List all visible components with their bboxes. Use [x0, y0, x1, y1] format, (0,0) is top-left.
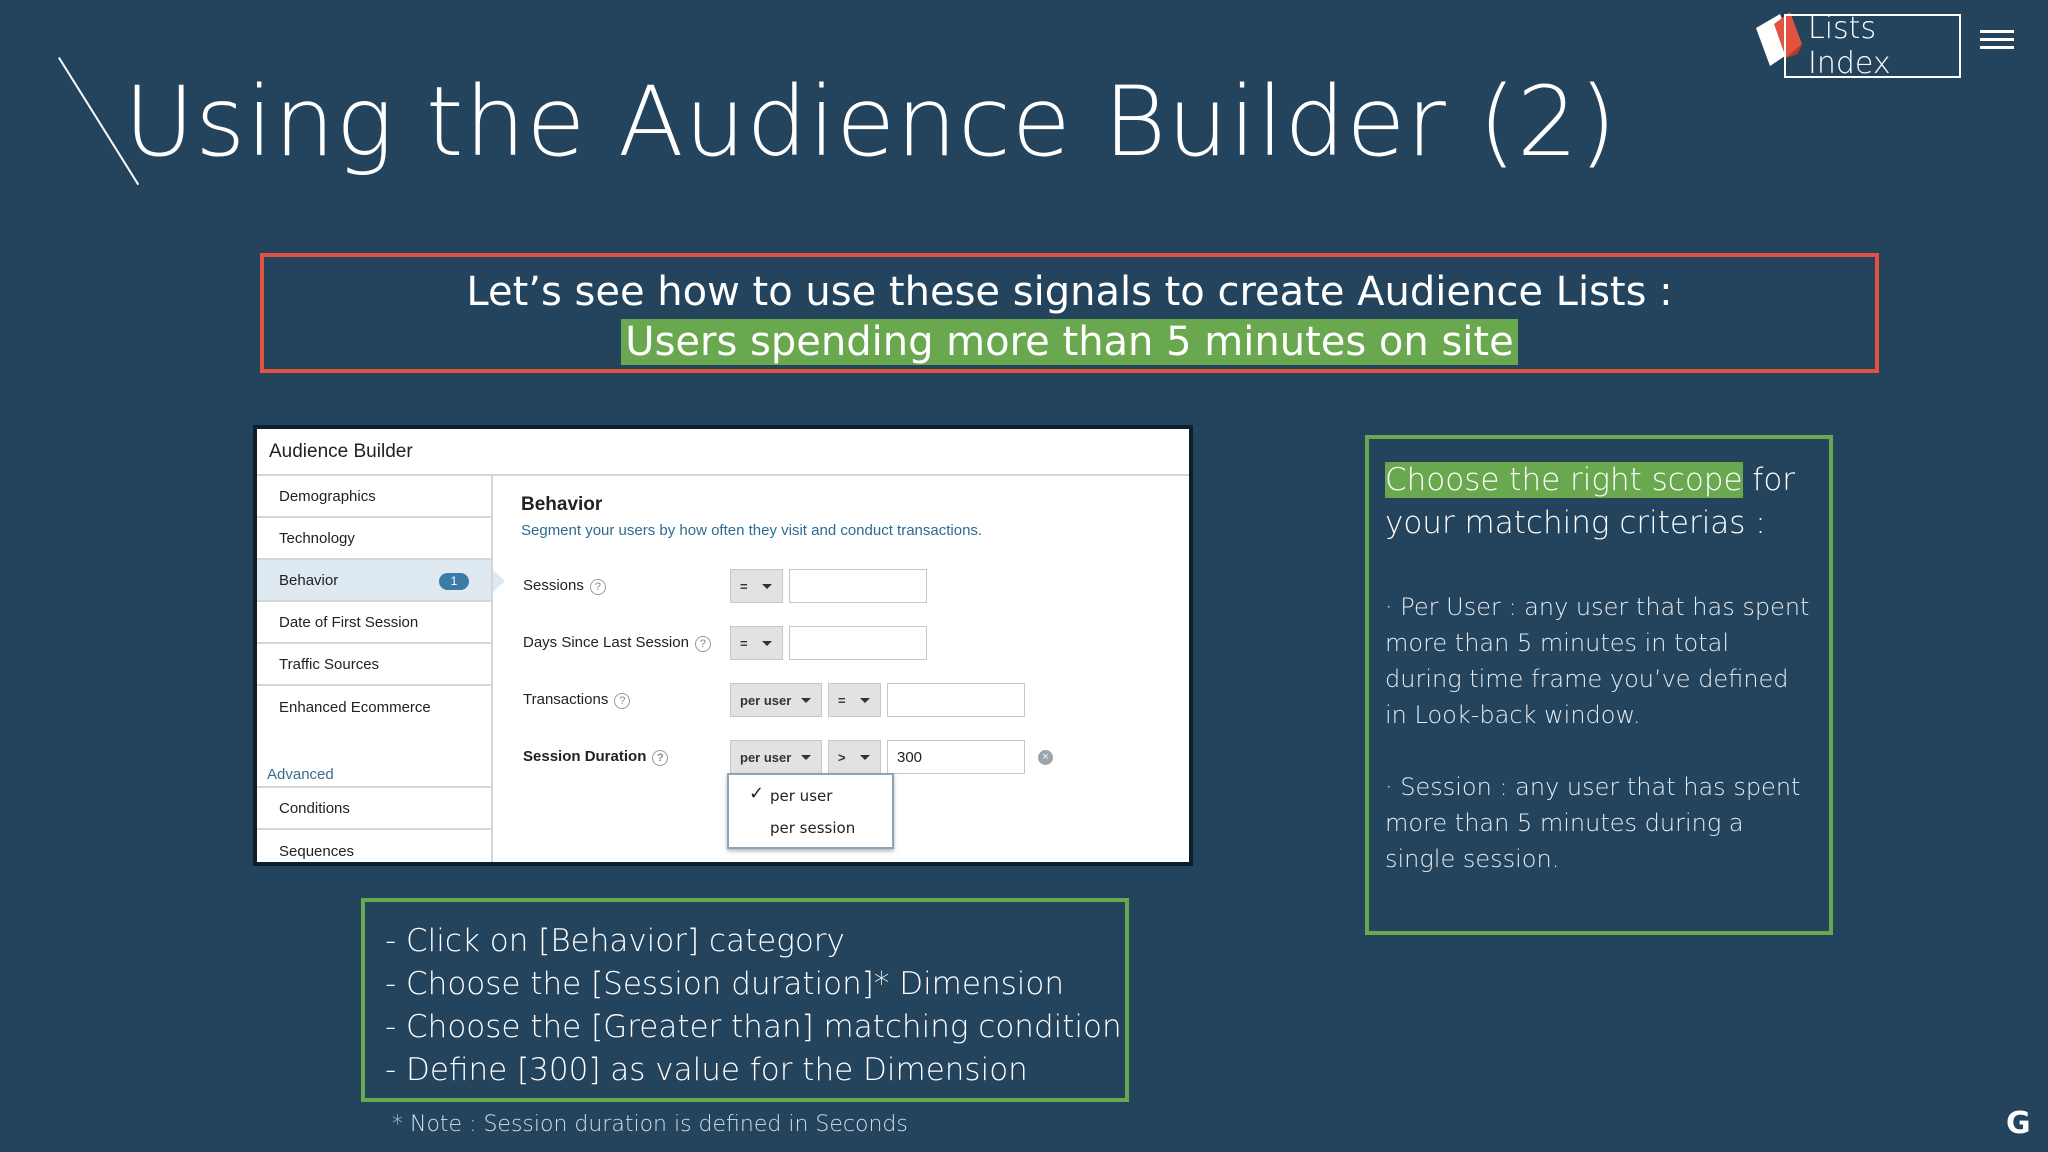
help-icon[interactable]: ? — [652, 750, 669, 766]
session-duration-label: Session Duration? — [523, 748, 669, 766]
days-since-value-input[interactable] — [789, 626, 927, 660]
session-duration-operator-dropdown[interactable]: > — [828, 740, 881, 774]
chevron-down-icon — [860, 698, 870, 703]
step-item: - Choose the [Greater than] matching con… — [385, 1009, 1122, 1045]
clear-icon[interactable]: × — [1038, 750, 1053, 765]
sidebar-item-label: Conditions — [279, 799, 350, 817]
chevron-down-icon — [762, 584, 772, 589]
chevron-down-icon — [801, 755, 811, 760]
help-icon[interactable]: ? — [694, 636, 711, 652]
brand-logo: G — [2006, 1106, 2031, 1141]
session-duration-value-input[interactable]: 300 — [887, 740, 1025, 774]
transactions-row: Transactions? per user = — [523, 683, 1123, 717]
step-item: - Click on [Behavior] category — [385, 923, 845, 959]
transactions-value-input[interactable] — [887, 683, 1025, 717]
sidebar-item-behavior[interactable]: Behavior 1 — [257, 560, 505, 602]
help-icon[interactable]: ? — [614, 693, 631, 709]
slide-title: Using the Audience Builder (2) — [124, 66, 1618, 178]
sidebar-item-date-of-first-session[interactable]: Date of First Session — [257, 602, 491, 644]
callout-highlight: Users spending more than 5 minutes on si… — [621, 319, 1518, 365]
chevron-down-icon — [762, 641, 772, 646]
footnote: * Note : Session duration is defined in … — [392, 1112, 908, 1137]
sidebar-item-conditions[interactable]: Conditions — [257, 788, 491, 830]
sessions-row: Sessions? = — [523, 569, 1123, 603]
sidebar-item-traffic-sources[interactable]: Traffic Sources — [257, 644, 491, 686]
audience-builder-panel: Audience Builder Demographics Technology… — [253, 425, 1193, 866]
sidebar-item-label: Enhanced Ecommerce — [279, 698, 431, 716]
audience-builder-header: Audience Builder — [257, 429, 1189, 476]
behavior-count-badge: 1 — [439, 573, 469, 590]
advanced-section: Conditions Sequences — [257, 786, 491, 872]
menu-icon[interactable] — [1980, 30, 2014, 52]
sidebar-item-demographics[interactable]: Demographics — [257, 476, 491, 518]
step-item: - Define [300] as value for the Dimensio… — [385, 1052, 1028, 1088]
advanced-section-label: Advanced — [267, 766, 334, 783]
session-duration-scope-dropdown[interactable]: per user — [730, 740, 822, 774]
audience-builder-sidebar: Demographics Technology Behavior 1 Date … — [257, 476, 505, 862]
steps-box: - Click on [Behavior] category - Choose … — [361, 898, 1129, 1102]
lists-index-label: Lists Index — [1808, 11, 1891, 81]
menu-item-per-user[interactable]: per user — [770, 787, 832, 805]
scope-heading-highlight: Choose the right scope — [1385, 462, 1743, 498]
help-icon[interactable]: ? — [589, 579, 606, 595]
transactions-scope-dropdown[interactable]: per user — [730, 683, 822, 717]
sessions-label: Sessions? — [523, 577, 606, 595]
step-item: - Choose the [Session duration]* Dimensi… — [385, 966, 1064, 1002]
scope-session-text: · Session : any user that has spent more… — [1385, 773, 1801, 873]
sidebar-item-enhanced-ecommerce[interactable]: Enhanced Ecommerce — [257, 686, 491, 728]
sidebar-item-label: Sequences — [279, 842, 355, 860]
checkmark-icon: ✓ — [749, 783, 765, 804]
sidebar-item-label: Date of First Session — [279, 613, 419, 631]
session-duration-row: Session Duration? per user > 300 × — [523, 740, 1123, 774]
menu-item-per-session[interactable]: per session — [770, 819, 855, 837]
sidebar-item-label: Behavior — [279, 571, 339, 589]
sidebar-item-technology[interactable]: Technology — [257, 518, 491, 560]
callout-line-1: Let’s see how to use these signals to cr… — [466, 269, 1673, 315]
transactions-operator-dropdown[interactable]: = — [828, 683, 881, 717]
transactions-label: Transactions? — [523, 691, 631, 709]
days-since-row: Days Since Last Session? = — [523, 626, 1123, 660]
sidebar-item-sequences[interactable]: Sequences — [257, 830, 491, 872]
scope-per-user-text: · Per User : any user that has spent mor… — [1385, 593, 1810, 729]
scope-dropdown-menu: ✓ per user per session — [727, 773, 894, 849]
sessions-value-input[interactable] — [789, 569, 927, 603]
scope-heading: Choose the right scope for your matching… — [1385, 459, 1813, 545]
chevron-down-icon — [801, 698, 811, 703]
sessions-operator-dropdown[interactable]: = — [730, 569, 783, 603]
sidebar-item-label: Traffic Sources — [279, 655, 380, 673]
days-since-label: Days Since Last Session? — [523, 634, 711, 652]
behavior-title: Behavior — [521, 494, 603, 515]
sidebar-item-label: Demographics — [279, 487, 376, 505]
scope-explanation-box: Choose the right scope for your matching… — [1365, 435, 1833, 935]
sidebar-item-label: Technology — [279, 529, 355, 547]
chevron-down-icon — [860, 755, 870, 760]
days-since-operator-dropdown[interactable]: = — [730, 626, 783, 660]
intro-callout: Let’s see how to use these signals to cr… — [260, 253, 1879, 373]
behavior-subtitle: Segment your users by how often they vis… — [521, 522, 983, 539]
lists-index-button[interactable]: Lists Index — [1784, 11, 1961, 81]
